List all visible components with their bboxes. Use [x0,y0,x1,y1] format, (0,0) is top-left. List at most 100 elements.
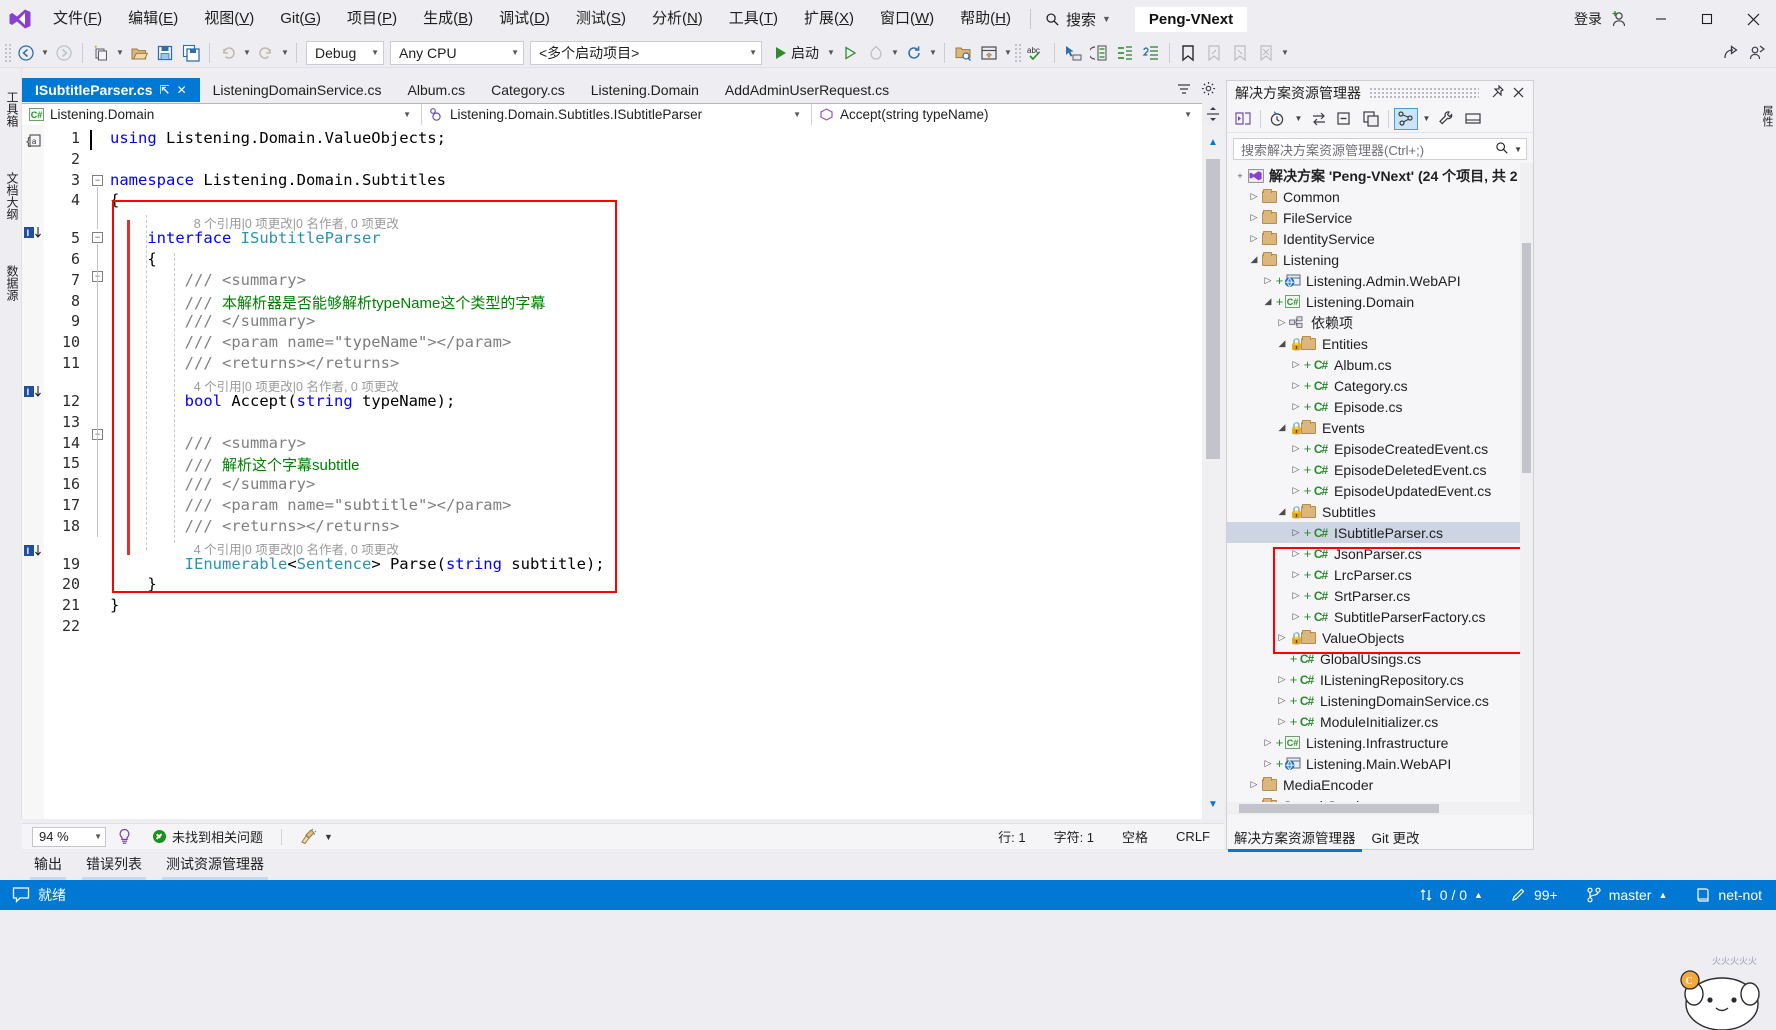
bottom-tool-tab-1[interactable]: 错误列表 [74,850,154,880]
comment-selection-button[interactable] [1112,41,1138,65]
se-scroll-thumb[interactable] [1522,243,1531,473]
solution-explorer-vertical-scrollbar[interactable] [1520,163,1533,815]
tool-tab-properties[interactable]: 属性 [1761,76,1775,156]
tree-item-lrcparser.cs[interactable]: ▷ + C# LrcParser.cs [1227,564,1533,585]
bottom-tool-tab-2[interactable]: 测试资源管理器 [154,850,276,880]
tree-item-subtitles[interactable]: ◢ 🔒 Subtitles [1227,501,1533,522]
line-ending-mode[interactable]: CRLF [1162,829,1224,844]
outlining-collapse-line5[interactable]: − [92,232,103,243]
inheritance-margin-glyph-19[interactable]: I [24,544,43,561]
tree-item-fileservice[interactable]: ▷ FileService [1227,207,1533,228]
expander-icon[interactable]: ▷ [1275,632,1289,643]
tree-item-srtparser.cs[interactable]: ▷ + C# SrtParser.cs [1227,585,1533,606]
tree-item-listening[interactable]: ◢ Listening [1227,249,1533,270]
editor-zoom-selector[interactable]: 94 % ▼ [32,826,106,847]
select-folder-button[interactable] [950,41,976,65]
document-tab-3[interactable]: Category.cs [478,78,578,102]
expander-icon[interactable]: ▷ [1289,590,1303,601]
menu-item-6[interactable]: 调试(D) [486,0,563,38]
expander-icon[interactable]: ◢ [1247,254,1261,265]
document-tab-4[interactable]: Listening.Domain [577,78,712,102]
expander-icon[interactable]: ◢ [1275,422,1289,433]
navbar-member-dropdown[interactable]: Accept(string typeName) ▼ [812,104,1202,125]
window-layout-button[interactable] [976,41,1002,65]
se-hscroll-thumb[interactable] [1239,804,1439,813]
restart-dropdown[interactable]: ▼ [927,41,939,65]
expander-icon[interactable]: ▷ [1275,716,1289,727]
code-editor[interactable]: 1 2 3 4 5 6 7 8 9 10 11 12 13 14 15 16 17 18 19 20 21 22 usin… [22,125,1202,819]
editor-split-button[interactable] [1202,103,1224,125]
expander-icon[interactable]: ▷ [1247,212,1261,223]
tab-settings-gear-icon[interactable] [1201,81,1216,99]
outlining-collapse-line3[interactable]: − [92,175,103,186]
expander-icon[interactable]: ▷ [1289,569,1303,580]
uncomment-selection-button[interactable] [1138,41,1164,65]
tree-item-episode.cs[interactable]: ▷ + C# Episode.cs [1227,396,1533,417]
tree-item-mediaencoder[interactable]: ▷ MediaEncoder [1227,774,1533,795]
tree-item-episodeupdatedevent.cs[interactable]: ▷ + C# EpisodeUpdatedEvent.cs [1227,480,1533,501]
new-project-dropdown[interactable]: ▼ [114,41,126,65]
repository-cell[interactable]: net-not [1681,880,1776,910]
tree-item-listening.main.webapi[interactable]: ▷ + Listening.Main.WebAPI [1227,753,1533,774]
panel-drag-grip[interactable] [1369,87,1479,99]
solution-explorer-search-input[interactable]: 搜索解决方案资源管理器(Ctrl+;) ▼ [1233,138,1527,160]
tree-item-listeningdomainservice.cs[interactable]: ▷ + C# ListeningDomainService.cs [1227,690,1533,711]
editor-vertical-scrollbar[interactable]: ▲ ▼ [1202,125,1224,819]
menu-item-11[interactable]: 窗口(W) [867,0,947,38]
expander-icon[interactable]: ▷ [1261,275,1275,286]
codelens-line-5[interactable]: 8 个引用|0 项更改|0 名作者, 0 项更改 [194,213,399,232]
view-code-map-button[interactable] [1394,107,1418,130]
issues-cell[interactable]: 99+ [1497,880,1572,910]
code-cleanup-button[interactable]: ▼ [290,828,343,845]
solution-explorer-horizontal-scrollbar[interactable] [1227,802,1520,815]
expander-icon[interactable]: ▷ [1289,611,1303,622]
editor-collapse-all-glyph[interactable]: {a [25,133,42,152]
hot-reload-dropdown[interactable]: ▼ [889,41,901,65]
expander-icon[interactable]: ▷ [1289,548,1303,559]
global-search[interactable]: 搜索 ▼ [1037,6,1119,32]
panel-close-button[interactable] [1508,85,1529,101]
maximize-button[interactable] [1684,0,1730,38]
show-all-files-button[interactable] [1359,108,1383,130]
tree-item-category.cs[interactable]: ▷ + C# Category.cs [1227,375,1533,396]
preview-selected-items-button[interactable] [1461,108,1485,130]
bottom-tool-tab-0[interactable]: 输出 [22,850,74,880]
expander-icon[interactable]: ▷ [1289,380,1303,391]
expander-icon[interactable]: ▷ [1289,464,1303,475]
expander-icon[interactable]: ▷ [1289,359,1303,370]
tree-item-globalusings.cs[interactable]: + C# GlobalUsings.cs [1227,648,1533,669]
menu-item-2[interactable]: 视图(V) [191,0,267,38]
document-tab-1[interactable]: ListeningDomainService.cs [199,78,395,102]
expander-icon[interactable]: ▷ [1247,233,1261,244]
expander-icon[interactable]: ▷ [1289,485,1303,496]
tree-item-episodedeletedevent.cs[interactable]: ▷ + C# EpisodeDeletedEvent.cs [1227,459,1533,480]
se-bottom-tab-0[interactable]: 解决方案资源管理器 [1226,824,1364,852]
live-share-button[interactable] [1744,41,1770,65]
new-project-button[interactable] [88,41,114,65]
expander-icon[interactable]: + [1233,171,1247,181]
save-button[interactable] [152,41,178,65]
tool-tab-document-outline[interactable]: 文档大纲 [1,154,21,238]
tree-item-entities[interactable]: ◢ 🔒 Entities [1227,333,1533,354]
tree-item-subtitleparserfactory.cs[interactable]: ▷ + C# SubtitleParserFactory.cs [1227,606,1533,627]
properties-button[interactable] [1435,108,1459,130]
problems-status[interactable]: 未找到相关问题 [143,827,273,846]
sync-with-active-document-button[interactable] [1307,108,1331,130]
menu-item-3[interactable]: Git(G) [267,0,334,38]
startup-project-combo[interactable]: <多个启动项目> ▼ [530,40,762,65]
tree-item--peng-vnext-24-2[interactable]: + 解决方案 'Peng-VNext' (24 个项目, 共 2 [1227,165,1533,186]
menu-item-5[interactable]: 生成(B) [410,0,486,38]
tree-item-listening.domain[interactable]: ◢ + C# Listening.Domain [1227,291,1533,312]
toolbar-overflow-button[interactable]: ▼ [1279,41,1291,65]
expander-icon[interactable]: ▷ [1247,191,1261,202]
expander-icon[interactable]: ▷ [1289,527,1303,538]
codelens-line-19[interactable]: 4 个引用|0 项更改|0 名作者, 0 项更改 [194,539,399,558]
toolbar-grip-2[interactable] [1014,42,1023,63]
main-menu[interactable]: 文件(F) 编辑(E) 视图(V) Git(G) 项目(P) 生成(B) 调试(D) 测试(S… [40,0,1024,38]
tree-item-ilisteningrepository.cs[interactable]: ▷ + C# IListeningRepository.cs [1227,669,1533,690]
open-file-button[interactable] [126,41,152,65]
tree-item-jsonparser.cs[interactable]: ▷ + C# JsonParser.cs [1227,543,1533,564]
minimize-button[interactable] [1638,0,1684,38]
tree-item-episodecreatedevent.cs[interactable]: ▷ + C# EpisodeCreatedEvent.cs [1227,438,1533,459]
spell-check-button[interactable]: abc [1023,41,1049,65]
